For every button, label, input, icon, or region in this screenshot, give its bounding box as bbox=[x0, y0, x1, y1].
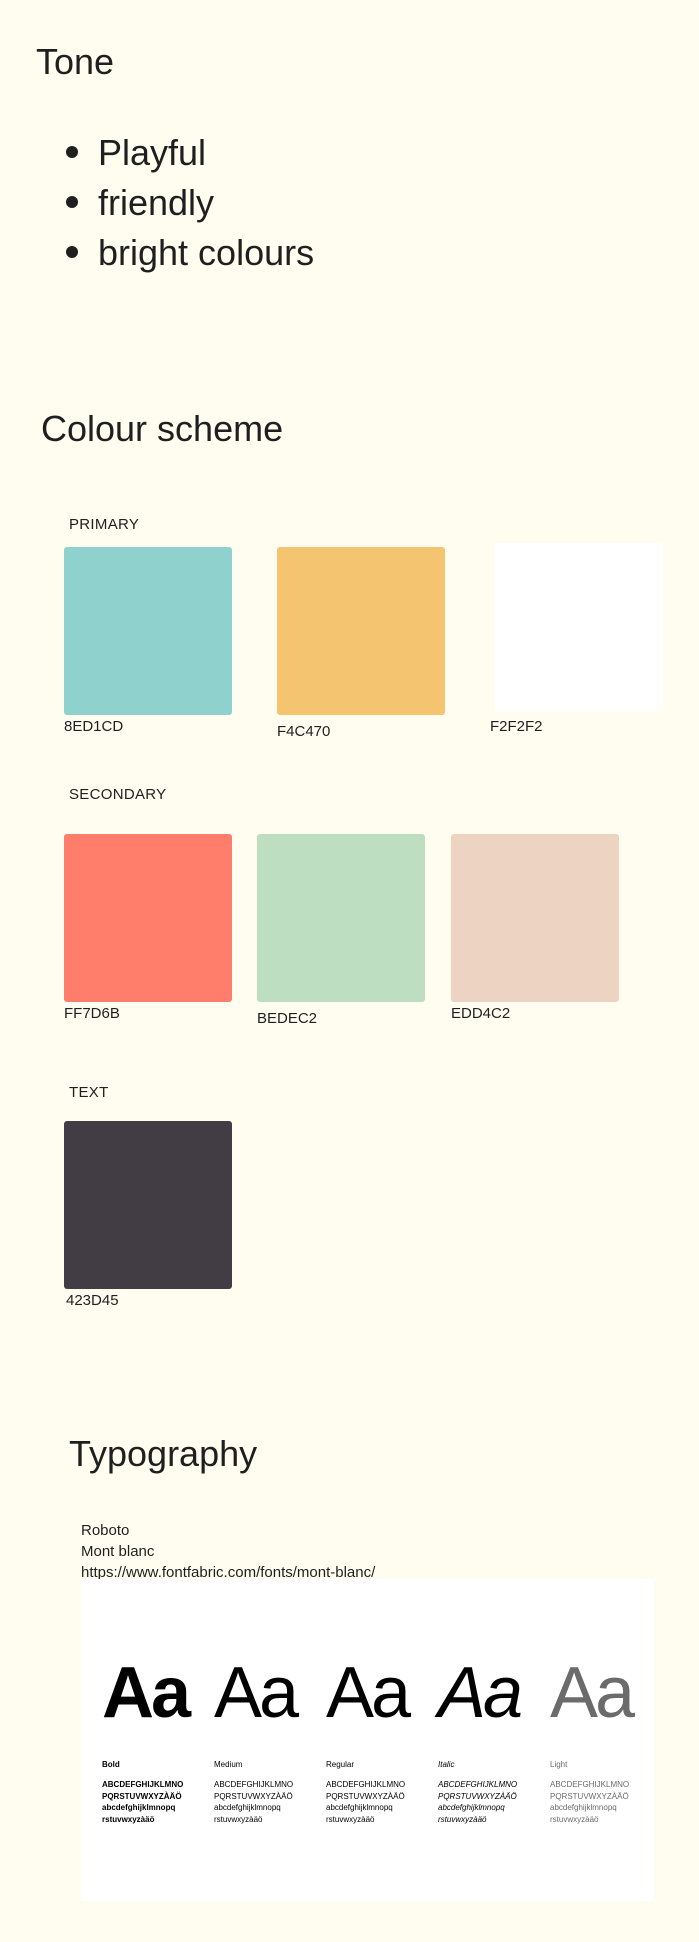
bullet-icon bbox=[66, 196, 78, 208]
swatch-code: F4C470 bbox=[277, 723, 331, 740]
specimen-glyph: Aa bbox=[214, 1653, 299, 1733]
weight-sample: ABCDEFGHIJKLMNO PQRSTUVWXYZÀÄÖ abcdefghi… bbox=[550, 1780, 630, 1824]
font-secondary-name: Mont blanc bbox=[81, 1543, 155, 1560]
primary-label: PRIMARY bbox=[69, 516, 140, 533]
tone-item: bright colours bbox=[62, 228, 314, 278]
weight-sample: ABCDEFGHIJKLMNO PQRSTUVWXYZÀÄÖ abcdefghi… bbox=[214, 1780, 294, 1824]
weight-name: Medium bbox=[214, 1760, 243, 1769]
secondary-label: SECONDARY bbox=[69, 786, 167, 803]
tone-item-label: bright colours bbox=[98, 232, 315, 273]
specimen-glyph: Aa bbox=[326, 1653, 411, 1733]
swatch-code: FF7D6B bbox=[64, 1005, 120, 1022]
font-primary-name: Roboto bbox=[81, 1522, 130, 1539]
swatch-primary-2 bbox=[277, 547, 445, 715]
tone-item-label: friendly bbox=[98, 182, 215, 223]
swatch-text-1 bbox=[64, 1121, 232, 1289]
swatch-secondary-3 bbox=[451, 834, 619, 1002]
bullet-icon bbox=[66, 146, 78, 158]
bullet-icon bbox=[66, 246, 78, 258]
tone-title: Tone bbox=[36, 41, 115, 82]
tone-list: Playful friendly bright colours bbox=[62, 128, 314, 278]
specimen-glyph: Aa bbox=[438, 1653, 523, 1733]
specimen-glyph: Aa bbox=[102, 1653, 191, 1733]
swatch-primary-3 bbox=[495, 543, 663, 711]
specimen-glyph: Aa bbox=[550, 1653, 635, 1733]
colour-scheme-title: Colour scheme bbox=[41, 408, 284, 449]
swatch-secondary-2 bbox=[257, 834, 425, 1002]
swatch-secondary-1 bbox=[64, 834, 232, 1002]
swatch-code: BEDEC2 bbox=[257, 1010, 318, 1027]
weight-sample: ABCDEFGHIJKLMNO PQRSTUVWXYZÀÄÖ abcdefghi… bbox=[438, 1780, 518, 1824]
font-specimen-card: Aa Bold ABCDEFGHIJKLMNO PQRSTUVWXYZÀÄÖ a… bbox=[81, 1579, 654, 1901]
tone-item-label: Playful bbox=[98, 132, 207, 173]
swatch-code: 8ED1CD bbox=[64, 718, 124, 735]
swatch-code: EDD4C2 bbox=[451, 1005, 511, 1022]
weight-sample: ABCDEFGHIJKLMNO PQRSTUVWXYZÀÄÖ abcdefghi… bbox=[102, 1780, 184, 1824]
tone-item: friendly bbox=[62, 178, 314, 228]
typography-title: Typography bbox=[69, 1433, 258, 1474]
weight-name: Italic bbox=[438, 1760, 455, 1769]
text-colour-label: TEXT bbox=[69, 1084, 109, 1101]
weight-name: Light bbox=[550, 1760, 568, 1769]
swatch-code: 423D45 bbox=[66, 1292, 119, 1309]
weight-sample: ABCDEFGHIJKLMNO PQRSTUVWXYZÀÄÖ abcdefghi… bbox=[326, 1780, 406, 1824]
weight-name: Bold bbox=[102, 1760, 120, 1769]
swatch-primary-1 bbox=[64, 547, 232, 715]
swatch-code: F2F2F2 bbox=[490, 718, 543, 735]
tone-item: Playful bbox=[62, 128, 314, 178]
weight-name: Regular bbox=[326, 1760, 355, 1769]
